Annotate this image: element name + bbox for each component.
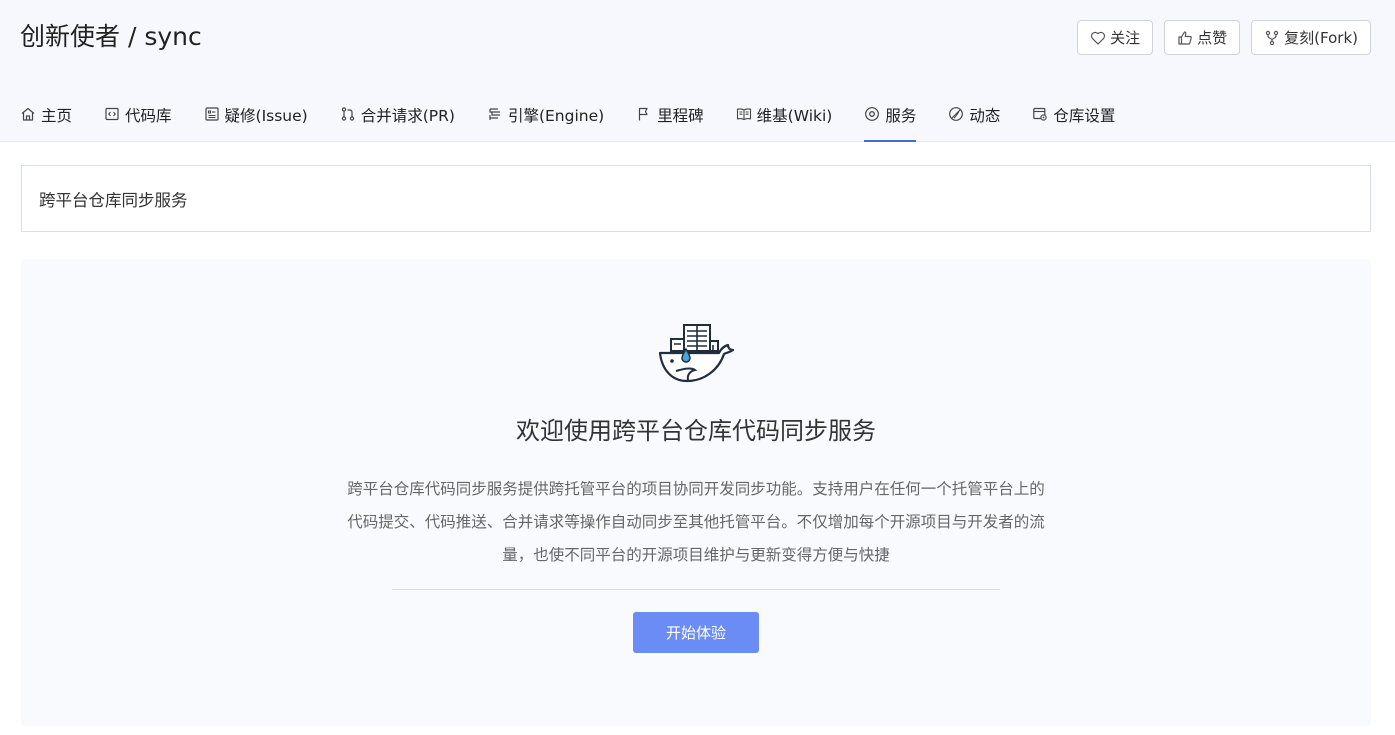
home-icon [21, 107, 35, 121]
tab-engine[interactable]: 引擎(Engine) [487, 94, 604, 141]
start-experience-button[interactable]: 开始体验 [633, 612, 759, 653]
code-icon [105, 107, 119, 121]
tab-label: 维基(Wiki) [756, 107, 833, 125]
tab-label: 疑修(Issue) [224, 107, 308, 125]
thumbs-up-icon [1178, 30, 1192, 45]
like-label: 点赞 [1197, 29, 1228, 47]
service-title: 跨平台仓库同步服务 [39, 190, 188, 210]
watch-button[interactable]: 关注 [1077, 20, 1154, 55]
tab-label: 仓库设置 [1053, 107, 1116, 125]
repo-tabs: 主页 代码库 疑修(Issue) 合并请求(PR) 引擎(Engine) 里程碑… [20, 94, 1147, 142]
tab-label: 动态 [969, 107, 1001, 125]
description-line: 代码提交、代码推送、合并请求等操作自动同步至其他托管平台。不仅增加每个开源项目与… [347, 513, 1045, 531]
tab-label: 服务 [885, 107, 917, 125]
settings-icon [1033, 107, 1048, 121]
tab-label: 合并请求(PR) [360, 107, 455, 125]
tab-issue[interactable]: 疑修(Issue) [204, 94, 308, 141]
pull-request-icon [341, 107, 354, 121]
fork-icon [1265, 30, 1279, 45]
repo-actions: 关注 点赞 复刻(Fork) [1077, 20, 1371, 55]
repo-header: 创新使者 / sync 关注 点赞 复刻(Fork) 主页 代码库 疑修(Iss… [0, 0, 1395, 142]
description-line: 跨平台仓库代码同步服务提供跨托管平台的项目协同开发同步功能。支持用户在任何一个托… [347, 480, 1045, 498]
tab-milestone[interactable]: 里程碑 [636, 94, 704, 141]
fork-button[interactable]: 复刻(Fork) [1251, 20, 1371, 55]
heart-icon [1091, 31, 1106, 45]
divider [392, 589, 1000, 590]
service-title-bar: 跨平台仓库同步服务 [21, 165, 1371, 232]
welcome-panel: 欢迎使用跨平台仓库代码同步服务 跨平台仓库代码同步服务提供跨托管平台的项目协同开… [21, 259, 1371, 726]
tab-settings[interactable]: 仓库设置 [1032, 94, 1115, 141]
tab-label: 主页 [41, 107, 73, 125]
tab-label: 里程碑 [657, 107, 704, 125]
docker-whale-icon [658, 324, 735, 383]
fork-label: 复刻(Fork) [1284, 29, 1358, 47]
repo-title[interactable]: 创新使者 / sync [20, 20, 202, 54]
tab-label: 代码库 [125, 107, 172, 125]
engine-icon [489, 108, 500, 120]
activity-icon [949, 107, 964, 121]
issue-icon [204, 107, 219, 121]
watch-label: 关注 [1110, 29, 1141, 47]
tab-wiki[interactable]: 维基(Wiki) [736, 94, 833, 141]
tab-pull-request[interactable]: 合并请求(PR) [340, 94, 455, 141]
tab-activity[interactable]: 动态 [948, 94, 1000, 141]
tab-code[interactable]: 代码库 [104, 94, 172, 141]
book-icon [736, 108, 751, 121]
description-line: 量，也使不同平台的开源项目维护与更新变得方便与快捷 [502, 546, 890, 564]
welcome-heading: 欢迎使用跨平台仓库代码同步服务 [516, 417, 876, 445]
service-icon [865, 107, 880, 121]
tab-home[interactable]: 主页 [20, 94, 72, 141]
tab-label: 引擎(Engine) [507, 107, 605, 125]
tab-service[interactable]: 服务 [864, 94, 917, 142]
service-description: 跨平台仓库代码同步服务提供跨托管平台的项目协同开发同步功能。支持用户在任何一个托… [309, 473, 1083, 572]
like-button[interactable]: 点赞 [1164, 20, 1241, 55]
flag-icon [639, 107, 648, 121]
